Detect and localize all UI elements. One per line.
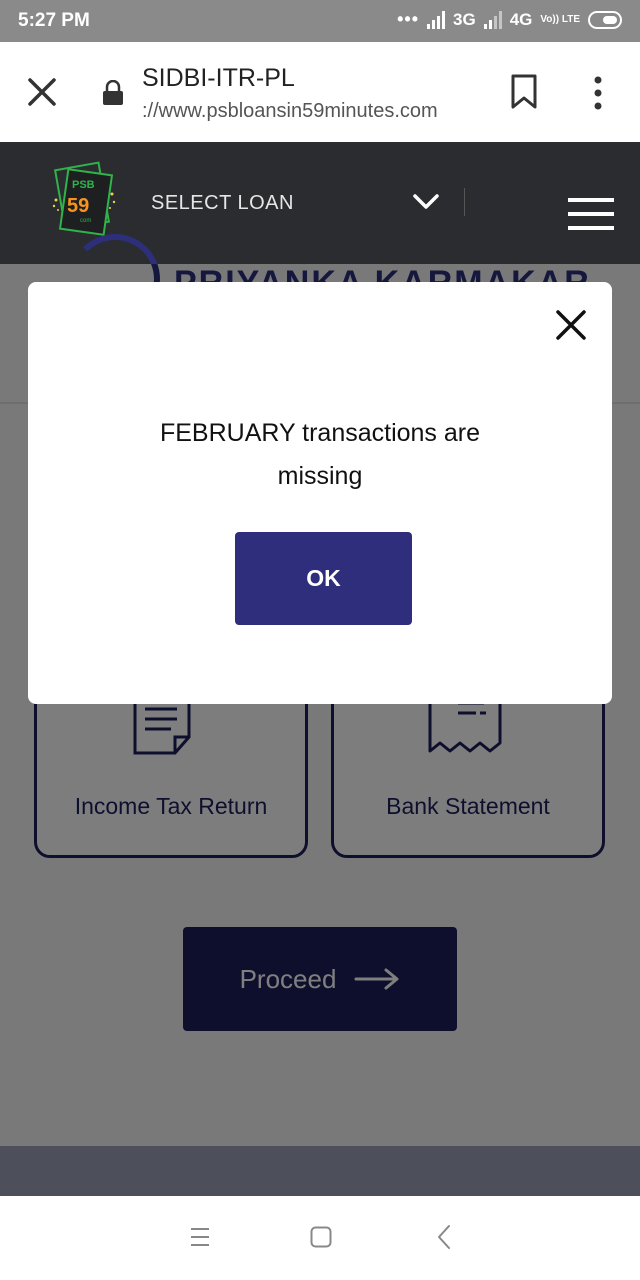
logo-psb: PSB: [72, 179, 95, 191]
ok-button[interactable]: OK: [235, 532, 412, 625]
close-icon[interactable]: [26, 76, 58, 108]
bookmark-icon[interactable]: [510, 74, 538, 110]
alert-message: FEBRUARY transactions are missing: [159, 419, 481, 490]
recent-apps-icon[interactable]: [190, 1226, 210, 1248]
network-type-2: 4G: [509, 9, 533, 29]
signal-icon: [427, 10, 445, 29]
back-icon[interactable]: [436, 1224, 452, 1250]
system-nav-bar: [0, 1196, 640, 1280]
lock-icon: [103, 80, 123, 105]
overflow-menu-icon[interactable]: [588, 76, 608, 110]
status-indicators: ••• 3G 4G Vo)) LTE: [397, 9, 622, 30]
battery-icon: [588, 10, 622, 29]
hamburger-menu-icon[interactable]: [568, 198, 614, 232]
page-url[interactable]: ://www.psbloansin59minutes.com: [142, 100, 438, 123]
select-loan-dropdown[interactable]: SELECT LOAN: [151, 192, 294, 215]
page-title: SIDBI-ITR-PL: [142, 64, 295, 92]
notification-dots-icon: •••: [397, 9, 419, 29]
header-divider: [464, 188, 465, 216]
alert-dialog: FEBRUARY transactions are missing OK: [28, 282, 612, 704]
home-icon[interactable]: [310, 1226, 332, 1248]
signal-icon-2: [483, 10, 502, 29]
logo-com: com: [80, 218, 91, 224]
psb59-logo[interactable]: PSB 59 com: [50, 160, 118, 238]
close-icon[interactable]: [554, 308, 588, 342]
network-type-1: 3G: [453, 9, 476, 29]
status-time: 5:27 PM: [18, 10, 90, 31]
volte-badge: Vo)) LTE: [540, 13, 580, 25]
chevron-down-icon[interactable]: [412, 192, 440, 212]
status-bar: 5:27 PM ••• 3G 4G Vo)) LTE: [0, 0, 640, 42]
logo-59: 59: [67, 195, 89, 217]
browser-bar: SIDBI-ITR-PL ://www.psbloansin59minutes.…: [0, 42, 640, 142]
